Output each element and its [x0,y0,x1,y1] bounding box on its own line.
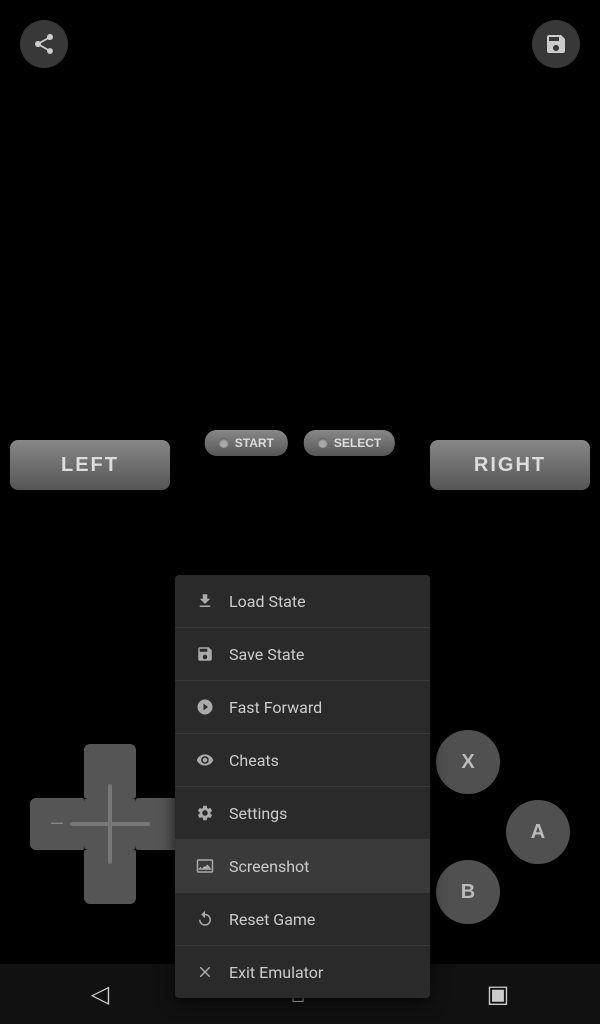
menu-item-fast-forward[interactable]: Fast Forward [175,681,430,734]
start-label: START [235,436,274,450]
menu-label-screenshot: Screenshot [229,857,309,876]
menu-icon-cheats [195,750,215,770]
context-menu: Load State Save State Fast Forward Cheats Se… [175,575,430,998]
menu-icon-fast-forward [195,697,215,717]
menu-label-reset-game: Reset Game [229,910,315,929]
menu-icon-reset-game [195,909,215,929]
right-button[interactable]: RIGHT [430,440,590,490]
menu-icon-screenshot [195,856,215,876]
menu-item-cheats[interactable]: Cheats [175,734,430,787]
center-controls: START SELECT [205,430,395,456]
menu-item-settings[interactable]: Settings [175,787,430,840]
save-icon [544,32,568,56]
menu-label-load-state: Load State [229,592,306,611]
menu-label-fast-forward: Fast Forward [229,698,322,717]
menu-item-load-state[interactable]: Load State [175,575,430,628]
menu-label-save-state: Save State [229,645,304,664]
menu-label-settings: Settings [229,804,287,823]
start-dot [219,438,229,448]
menu-label-cheats: Cheats [229,751,279,770]
menu-item-exit-emulator[interactable]: Exit Emulator [175,946,430,998]
start-button[interactable]: START [205,430,288,456]
a-button[interactable]: A [506,800,570,864]
x-button[interactable]: X [436,730,500,794]
select-button[interactable]: SELECT [304,430,395,456]
menu-icon-exit-emulator [195,962,215,982]
dpad: — [30,744,190,904]
b-button[interactable]: B [436,860,500,924]
top-bar [0,0,600,100]
menu-item-screenshot[interactable]: Screenshot [175,840,430,893]
dpad-line-h [70,822,150,826]
left-button[interactable]: LEFT [10,440,170,490]
back-nav-button[interactable]: ◁ [91,980,109,1008]
share-icon [32,32,56,56]
menu-item-reset-game[interactable]: Reset Game [175,893,430,946]
menu-icon-settings [195,803,215,823]
save-button[interactable] [532,20,580,68]
recent-nav-button[interactable]: ▣ [487,980,510,1008]
menu-item-save-state[interactable]: Save State [175,628,430,681]
menu-icon-save-state [195,644,215,664]
select-dot [318,438,328,448]
menu-icon-load-state [195,591,215,611]
dpad-left-dash: — [50,814,64,835]
select-label: SELECT [334,436,381,450]
share-button[interactable] [20,20,68,68]
menu-label-exit-emulator: Exit Emulator [229,963,323,982]
